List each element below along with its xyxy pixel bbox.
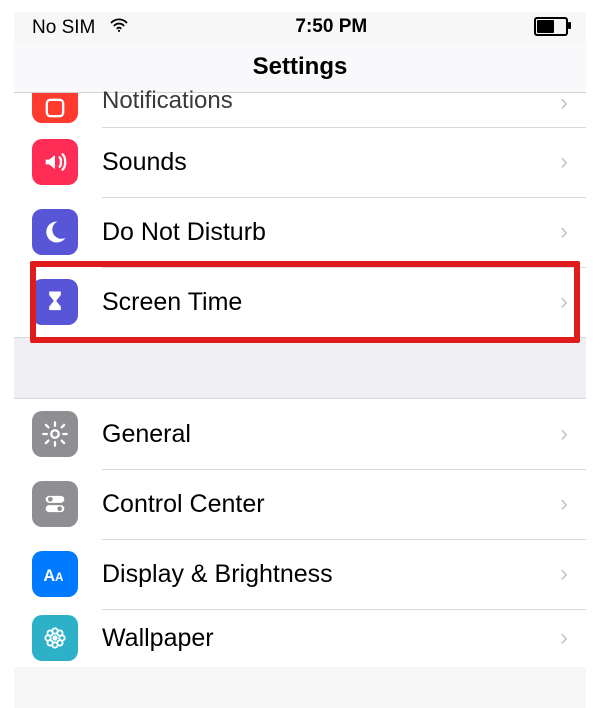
wifi-icon	[109, 17, 129, 37]
row-display-brightness[interactable]: A A Display & Brightness ›	[14, 539, 586, 609]
row-wallpaper[interactable]: Wallpaper ›	[14, 609, 586, 667]
svg-text:A: A	[43, 567, 55, 585]
row-label: Sounds	[102, 148, 560, 177]
notifications-icon	[32, 93, 78, 123]
moon-icon	[32, 209, 78, 255]
row-control-center[interactable]: Control Center ›	[14, 469, 586, 539]
status-time: 7:50 PM	[295, 16, 367, 38]
row-notifications[interactable]: Notifications ›	[14, 93, 586, 127]
status-right	[534, 16, 568, 38]
row-do-not-disturb[interactable]: Do Not Disturb ›	[14, 197, 586, 267]
settings-group-2: General › Control Center › A A	[14, 399, 586, 667]
chevron-right-icon: ›	[560, 420, 568, 448]
gear-icon	[32, 411, 78, 457]
row-label: Control Center	[102, 490, 560, 519]
page-title: Settings	[253, 53, 348, 81]
text-size-icon: A A	[32, 551, 78, 597]
row-label: General	[102, 420, 560, 449]
settings-group-1: Notifications › Sounds › Do Not Dist	[14, 93, 586, 337]
flower-icon	[32, 615, 78, 661]
row-label: Notifications	[102, 87, 560, 115]
row-general[interactable]: General ›	[14, 399, 586, 469]
chevron-right-icon: ›	[560, 148, 568, 176]
status-left: No SIM	[32, 15, 129, 39]
row-label: Display & Brightness	[102, 560, 560, 589]
toggles-icon	[32, 481, 78, 527]
battery-icon	[534, 17, 568, 36]
carrier-text: No SIM	[32, 17, 95, 38]
chevron-right-icon: ›	[560, 560, 568, 588]
chevron-right-icon: ›	[560, 89, 568, 117]
sounds-icon	[32, 139, 78, 185]
hourglass-icon	[32, 279, 78, 325]
row-label: Wallpaper	[102, 624, 560, 653]
svg-text:A: A	[55, 571, 64, 584]
chevron-right-icon: ›	[560, 490, 568, 518]
chevron-right-icon: ›	[560, 624, 568, 652]
status-bar: No SIM 7:50 PM	[14, 12, 586, 42]
row-sounds[interactable]: Sounds ›	[14, 127, 586, 197]
row-label: Screen Time	[102, 288, 560, 317]
row-label: Do Not Disturb	[102, 218, 560, 247]
chevron-right-icon: ›	[560, 288, 568, 316]
row-screen-time[interactable]: Screen Time ›	[14, 267, 586, 337]
navbar: Settings	[14, 42, 586, 93]
chevron-right-icon: ›	[560, 218, 568, 246]
group-separator	[14, 337, 586, 399]
